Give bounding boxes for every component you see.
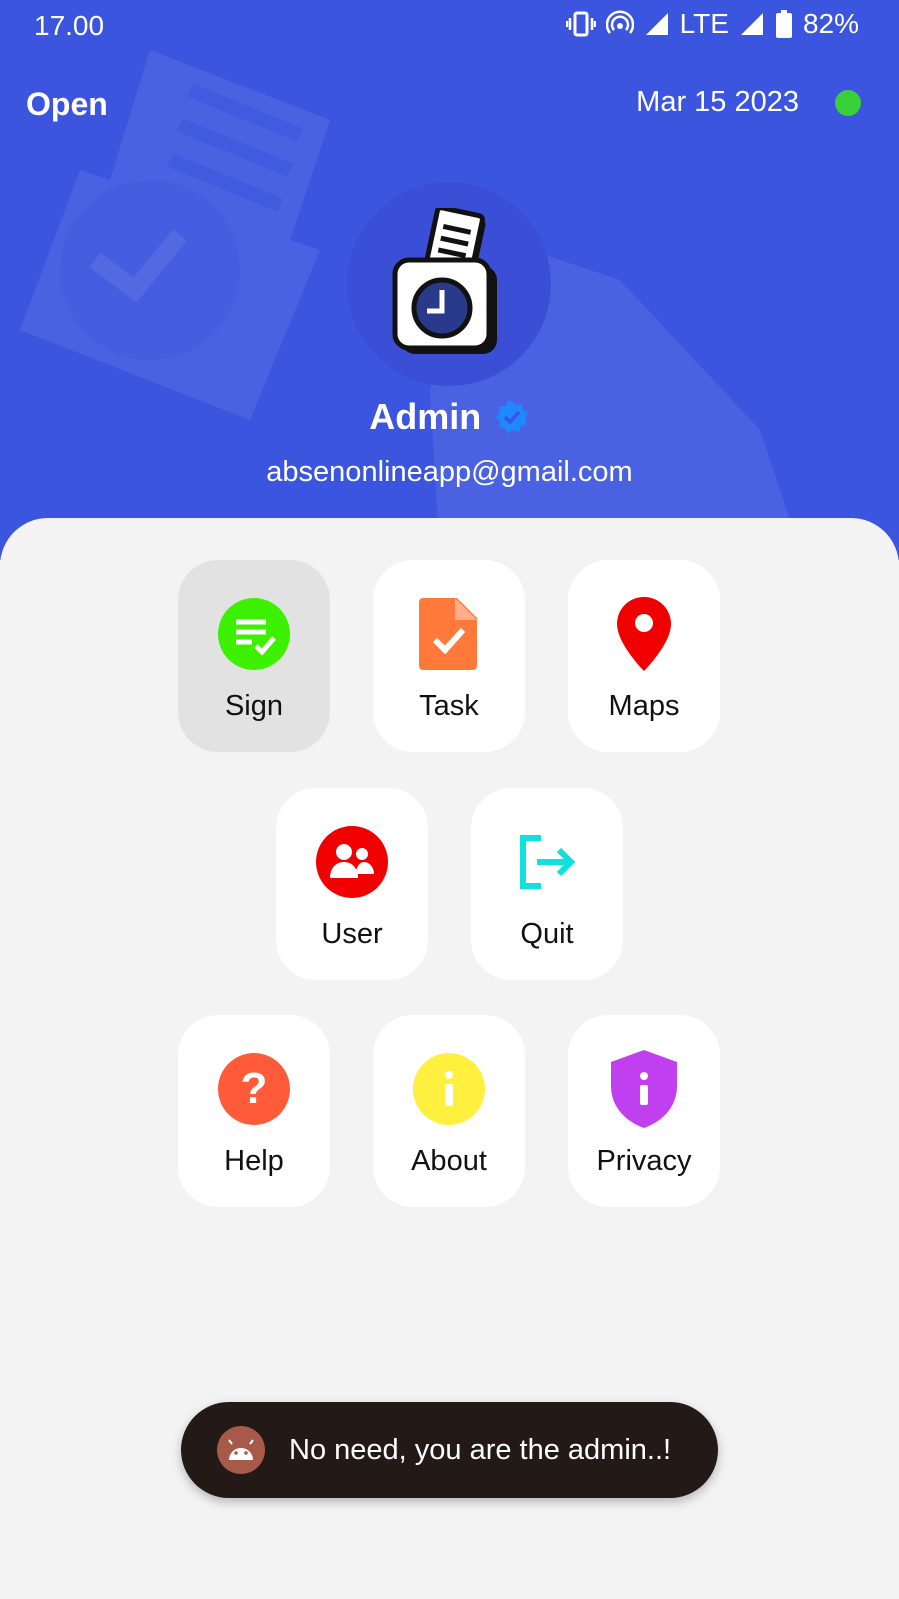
toast-message: No need, you are the admin..! xyxy=(181,1402,718,1498)
privacy-button[interactable]: Privacy xyxy=(568,1015,720,1207)
quit-button[interactable]: Quit xyxy=(471,788,623,980)
help-question-icon: ? xyxy=(218,1053,290,1125)
toast-text: No need, you are the admin..! xyxy=(289,1433,672,1466)
privacy-label: Privacy xyxy=(596,1145,692,1177)
battery-icon xyxy=(775,10,792,38)
profile-name-row: Admin xyxy=(0,396,899,438)
clipboard-clock-icon xyxy=(392,208,497,354)
users-icon xyxy=(316,826,388,898)
svg-text:?: ? xyxy=(241,1064,268,1113)
signal-icon xyxy=(645,13,668,35)
vibrate-icon xyxy=(565,11,596,37)
signal-icon-2 xyxy=(740,13,763,35)
date-label: Mar 15 2023 xyxy=(636,86,799,118)
sign-list-check-icon xyxy=(218,598,290,670)
profile-name: Admin xyxy=(369,396,482,437)
header: 17.00 LTE 82% Open Mar 15 2023 Admin abs… xyxy=(0,0,899,560)
sign-button[interactable]: Sign xyxy=(178,560,330,752)
status-time: 17.00 xyxy=(34,10,105,41)
about-label: About xyxy=(411,1145,487,1177)
quit-label: Quit xyxy=(520,918,574,950)
task-label: Task xyxy=(419,690,479,722)
status-bar: 17.00 LTE 82% xyxy=(0,0,899,52)
map-pin-icon xyxy=(617,597,671,671)
status-icons: LTE 82% xyxy=(565,8,859,40)
battery-percent: 82% xyxy=(802,8,859,39)
hotspot-icon xyxy=(605,10,634,34)
help-label: Help xyxy=(224,1145,284,1177)
sign-label: Sign xyxy=(224,690,284,722)
status-label: Open xyxy=(26,86,108,122)
profile-email: absenonlineapp@gmail.com xyxy=(266,456,633,488)
logout-icon xyxy=(520,835,576,889)
android-icon xyxy=(217,1426,265,1474)
user-label: User xyxy=(321,918,383,950)
help-button[interactable]: ? Help xyxy=(178,1015,330,1207)
top-bar: Open Mar 15 2023 xyxy=(0,80,899,130)
user-button[interactable]: User xyxy=(276,788,428,980)
network-type: LTE xyxy=(679,8,729,39)
online-indicator xyxy=(835,90,861,116)
maps-button[interactable]: Maps xyxy=(568,560,720,752)
task-button[interactable]: Task xyxy=(373,560,525,752)
about-button[interactable]: About xyxy=(373,1015,525,1207)
info-icon xyxy=(413,1053,485,1125)
maps-label: Maps xyxy=(608,690,680,722)
task-file-check-icon xyxy=(419,598,477,670)
app-logo xyxy=(347,182,551,386)
verified-badge-icon xyxy=(495,401,528,433)
privacy-shield-icon xyxy=(611,1050,677,1128)
